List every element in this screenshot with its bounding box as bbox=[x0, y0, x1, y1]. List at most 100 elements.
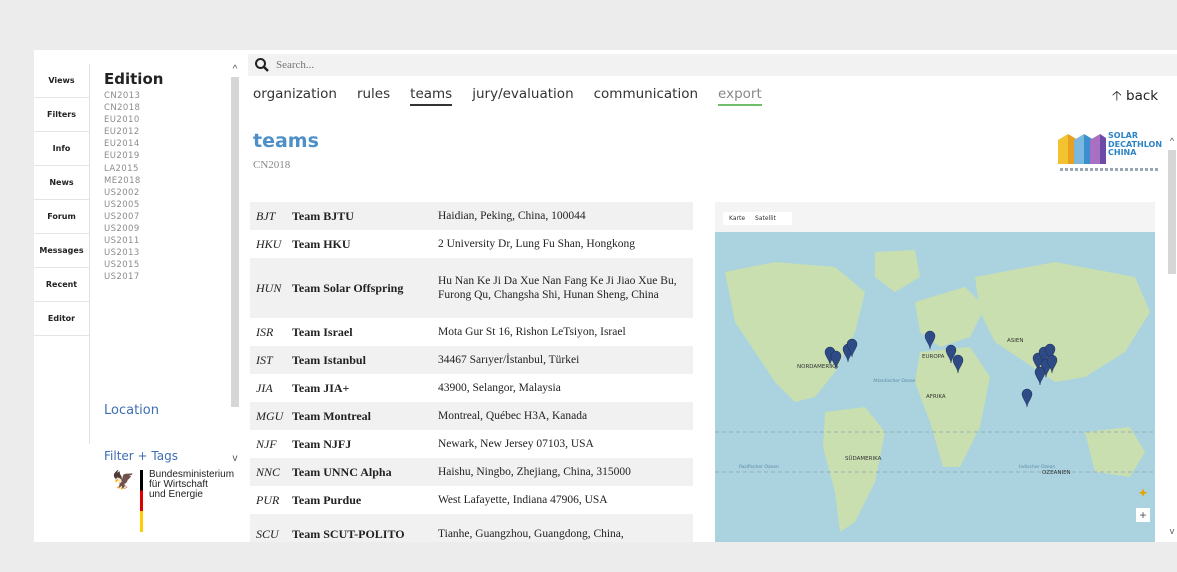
table-row[interactable]: JIA Team JIA+ 43900, Selangor, Malaysia bbox=[250, 374, 693, 402]
tab-communication[interactable]: communication bbox=[594, 86, 698, 106]
map-label: Atlantischer Ozean bbox=[873, 378, 916, 384]
scrollbar-thumb[interactable] bbox=[231, 77, 239, 407]
map-tab-karte[interactable]: Karte bbox=[729, 215, 745, 222]
tab-teams[interactable]: teams bbox=[410, 86, 453, 106]
edition-item[interactable]: US2007 bbox=[104, 211, 229, 223]
team-map[interactable]: Karte Satellit NORDAMERIKA EUROPA ASIEN … bbox=[715, 202, 1155, 542]
pegman-icon[interactable]: 🟆 bbox=[1136, 485, 1150, 505]
logo-text: SOLAR DECATHLON CHINA bbox=[1108, 131, 1163, 157]
edition-item[interactable]: US2017 bbox=[104, 271, 229, 283]
solar-decathlon-logo: SOLAR DECATHLON CHINA bbox=[1056, 130, 1162, 174]
edition-item[interactable]: US2005 bbox=[104, 199, 229, 211]
team-address: Mota Gur St 16, Rishon LeTsiyon, Israel bbox=[438, 326, 626, 338]
search-input[interactable] bbox=[276, 59, 576, 71]
rail-messages[interactable]: Messages bbox=[34, 234, 89, 268]
chevron-up-icon[interactable]: ^ bbox=[1167, 136, 1177, 146]
rail-filters[interactable]: Filters bbox=[34, 98, 89, 132]
team-name[interactable]: Team Israel bbox=[288, 318, 434, 346]
team-name[interactable]: Team UNNC Alpha bbox=[288, 458, 434, 486]
page-title: teams bbox=[253, 130, 319, 152]
rail-forum[interactable]: Forum bbox=[34, 200, 89, 234]
main-scrollbar[interactable]: ^ v bbox=[1167, 136, 1177, 542]
side-rail: Views Filters Info News Forum Messages R… bbox=[34, 64, 90, 444]
chevron-down-icon[interactable]: v bbox=[1167, 526, 1177, 536]
team-name[interactable]: Team Istanbul bbox=[288, 346, 434, 374]
edition-item[interactable]: CN2013 bbox=[104, 90, 229, 102]
table-row[interactable]: PUR Team Purdue West Lafayette, Indiana … bbox=[250, 486, 693, 514]
back-button[interactable]: 🡡 back bbox=[1112, 86, 1158, 109]
edition-item[interactable]: US2011 bbox=[104, 235, 229, 247]
edition-item[interactable]: EU2014 bbox=[104, 138, 229, 150]
team-name[interactable]: Team Solar Offspring bbox=[288, 258, 434, 318]
tab-jury-evaluation[interactable]: jury/evaluation bbox=[472, 86, 573, 106]
edition-item[interactable]: EU2012 bbox=[104, 126, 229, 138]
arrow-up-icon: 🡡 bbox=[1112, 88, 1122, 104]
plus-icon[interactable]: + bbox=[1136, 508, 1150, 522]
map-tab-satellit[interactable]: Satellit bbox=[755, 215, 776, 222]
tab-export[interactable]: export bbox=[718, 86, 762, 106]
team-address: Newark, New Jersey 07103, USA bbox=[438, 438, 594, 450]
team-name[interactable]: Team NJFJ bbox=[288, 430, 434, 458]
map-label: NORDAMERIKA bbox=[797, 364, 838, 370]
edition-item[interactable]: US2009 bbox=[104, 223, 229, 235]
team-address: 34467 Sarıyer/İstanbul, Türkei bbox=[434, 346, 693, 374]
table-row[interactable]: ISR Team Israel Mota Gur St 16, Rishon L… bbox=[250, 318, 693, 346]
rail-views[interactable]: Views bbox=[34, 64, 89, 98]
edition-list: CN2013 CN2018 EU2010 EU2012 EU2014 EU201… bbox=[104, 90, 229, 284]
team-code: PUR bbox=[256, 492, 280, 507]
edition-heading: Edition bbox=[104, 70, 164, 88]
german-flag bbox=[140, 470, 143, 532]
sidebar-scrollbar[interactable]: ^ v bbox=[230, 64, 240, 464]
team-address: 2 University Dr, Lung Fu Shan, Hongkong bbox=[438, 238, 635, 250]
edition-item[interactable]: LA2015 bbox=[104, 163, 229, 175]
table-row[interactable]: HKU Team HKU 2 University Dr, Lung Fu Sh… bbox=[250, 230, 693, 258]
edition-item[interactable]: EU2019 bbox=[104, 150, 229, 162]
table-row[interactable]: IST Team Istanbul 34467 Sarıyer/İstanbul… bbox=[250, 346, 693, 374]
map-label: AFRIKA bbox=[926, 394, 946, 400]
page-subtitle: CN2018 bbox=[253, 159, 291, 171]
search-icon[interactable] bbox=[254, 57, 270, 73]
team-code: MGU bbox=[250, 402, 288, 430]
rail-editor[interactable]: Editor bbox=[34, 302, 89, 336]
edition-item[interactable]: US2002 bbox=[104, 187, 229, 199]
table-row[interactable]: NNC Team UNNC Alpha Haishu, Ningbo, Zhej… bbox=[250, 458, 693, 486]
world-map[interactable]: NORDAMERIKA EUROPA ASIEN AFRIKA Atlantis… bbox=[715, 232, 1155, 542]
edition-item[interactable]: EU2010 bbox=[104, 114, 229, 126]
table-row[interactable]: BJT Team BJTU Haidian, Peking, China, 10… bbox=[250, 202, 693, 230]
team-name[interactable]: Team HKU bbox=[288, 230, 434, 258]
team-name[interactable]: Team Purdue bbox=[288, 486, 434, 514]
scrollbar-thumb[interactable] bbox=[1168, 150, 1176, 274]
team-code: SCU bbox=[250, 514, 288, 542]
ministry-name: Bundesministerium für Wirtschaft und Ene… bbox=[149, 469, 235, 500]
edition-panel: Edition CN2013 CN2018 EU2010 EU2012 EU20… bbox=[104, 70, 234, 532]
filter-tags-heading[interactable]: Filter + Tags bbox=[104, 449, 178, 463]
section-tabs: organization rules teams jury/evaluation… bbox=[253, 86, 782, 106]
rail-news[interactable]: News bbox=[34, 166, 89, 200]
chevron-up-icon[interactable]: ^ bbox=[230, 64, 240, 75]
tab-rules[interactable]: rules bbox=[357, 86, 390, 106]
team-name[interactable]: Team JIA+ bbox=[288, 374, 434, 402]
team-name[interactable]: Team Montreal bbox=[288, 402, 434, 430]
table-row[interactable]: NJF Team NJFJ Newark, New Jersey 07103, … bbox=[250, 430, 693, 458]
location-heading[interactable]: Location bbox=[104, 403, 159, 418]
team-name[interactable]: Team SCUT-POLITO bbox=[288, 514, 434, 542]
edition-item[interactable]: US2013 bbox=[104, 247, 229, 259]
map-label: ASIEN bbox=[1007, 338, 1023, 344]
ministry-logo: 🦅 Bundesministerium für Wirtschaft und E… bbox=[112, 470, 234, 532]
team-address: Haishu, Ningbo, Zhejiang, China, 315000 bbox=[434, 458, 693, 486]
tab-organization[interactable]: organization bbox=[253, 86, 337, 106]
team-code: NNC bbox=[250, 458, 288, 486]
rail-recent[interactable]: Recent bbox=[34, 268, 89, 302]
table-row[interactable]: HUN Team Solar Offspring Hu Nan Ke Ji Da… bbox=[250, 258, 693, 318]
edition-item[interactable]: ME2018 bbox=[104, 175, 229, 187]
edition-item[interactable]: CN2018 bbox=[104, 102, 229, 114]
team-name[interactable]: Team BJTU bbox=[288, 202, 434, 230]
rail-info[interactable]: Info bbox=[34, 132, 89, 166]
edition-item[interactable]: US2015 bbox=[104, 259, 229, 271]
table-row[interactable]: MGU Team Montreal Montreal, Québec H3A, … bbox=[250, 402, 693, 430]
table-row[interactable]: SCU Team SCUT-POLITO Tianhe, Guangzhou, … bbox=[250, 514, 693, 542]
team-code: HKU bbox=[256, 236, 282, 251]
team-address: Hu Nan Ke Ji Da Xue Nan Fang Ke Ji Jiao … bbox=[434, 258, 693, 318]
map-type-toggle: Karte Satellit bbox=[723, 212, 792, 225]
chevron-down-icon[interactable]: v bbox=[230, 453, 240, 464]
